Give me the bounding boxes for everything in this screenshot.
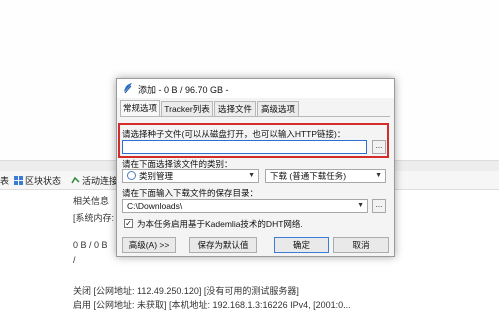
download-mode-value: 下载 (普通下载任务) bbox=[270, 171, 347, 181]
category-value: 类别管理 bbox=[139, 171, 174, 181]
ok-button[interactable]: 确定 bbox=[274, 237, 329, 253]
chevron-down-icon: ▼ bbox=[375, 172, 382, 179]
dht-label: 为本任务启用基于Kademlia技术的DHT网络. bbox=[137, 219, 303, 229]
tab-select-files[interactable]: 选择文件 bbox=[214, 101, 256, 116]
active-connections-label: 活动连接 bbox=[82, 176, 119, 186]
app-logo-icon bbox=[124, 83, 132, 94]
grid-icon bbox=[14, 176, 23, 185]
tab-divider bbox=[120, 116, 390, 117]
active-connections-tab[interactable]: 活动连接 bbox=[71, 174, 118, 187]
dialog-titlebar[interactable]: 添加 - 0 B / 96.70 GB - bbox=[117, 79, 394, 98]
slash-text: / bbox=[73, 255, 76, 265]
cancel-button[interactable]: 取消 bbox=[333, 237, 389, 253]
add-torrent-dialog: 添加 - 0 B / 96.70 GB - 常规选项 Tracker列表 选择文… bbox=[116, 78, 395, 257]
chevron-down-icon: ▼ bbox=[248, 172, 255, 179]
transfer-text: 0 B / 0 B bbox=[73, 240, 108, 250]
tab-general[interactable]: 常规选项 bbox=[120, 100, 160, 116]
seed-file-input[interactable] bbox=[122, 140, 367, 154]
log-line-2: 启用 [公网地址: 未获取] [本机地址: 192.168.1.3:16226 … bbox=[73, 300, 351, 310]
save-dir-label: 请在下面输入下载文件的保存目录： bbox=[122, 188, 259, 198]
dialog-tabs: 常规选项 Tracker列表 选择文件 高级选项 bbox=[120, 100, 392, 116]
save-dir-browse-button[interactable]: ... bbox=[372, 199, 386, 213]
block-status-tab[interactable]: 区块状态 bbox=[14, 174, 61, 187]
seed-browse-button[interactable]: ... bbox=[372, 140, 386, 154]
seed-file-label: 请选择种子文件(可以从磁盘打开，也可以输入HTTP链接)： bbox=[122, 129, 346, 139]
save-default-button[interactable]: 保存为默认值 bbox=[189, 237, 257, 253]
save-dir-combo[interactable]: C:\Downloads\ ▼ bbox=[122, 199, 368, 213]
related-info-heading: 相关信息 bbox=[73, 196, 110, 206]
block-status-label: 区块状态 bbox=[25, 176, 62, 186]
connection-icon bbox=[71, 176, 80, 184]
log-line-1: 关闭 [公网地址: 112.49.250.120] [没有可用的测试服务器] bbox=[73, 286, 299, 296]
dht-checkbox[interactable]: ✓ bbox=[124, 219, 133, 228]
category-select[interactable]: 类别管理 ▼ bbox=[122, 169, 259, 183]
download-mode-select[interactable]: 下载 (普通下载任务) ▼ bbox=[265, 169, 386, 183]
save-dir-value: C:\Downloads\ bbox=[127, 201, 183, 211]
tab-tracker[interactable]: Tracker列表 bbox=[161, 101, 213, 116]
chevron-down-icon: ▼ bbox=[357, 202, 364, 209]
category-icon bbox=[127, 171, 136, 180]
tab-advanced[interactable]: 高级选项 bbox=[257, 101, 299, 116]
advanced-button[interactable]: 高级(A) >> bbox=[122, 237, 176, 253]
toolbar-partial-label[interactable]: 表 bbox=[0, 174, 9, 187]
dialog-title: 添加 - 0 B / 96.70 GB - bbox=[138, 85, 229, 95]
